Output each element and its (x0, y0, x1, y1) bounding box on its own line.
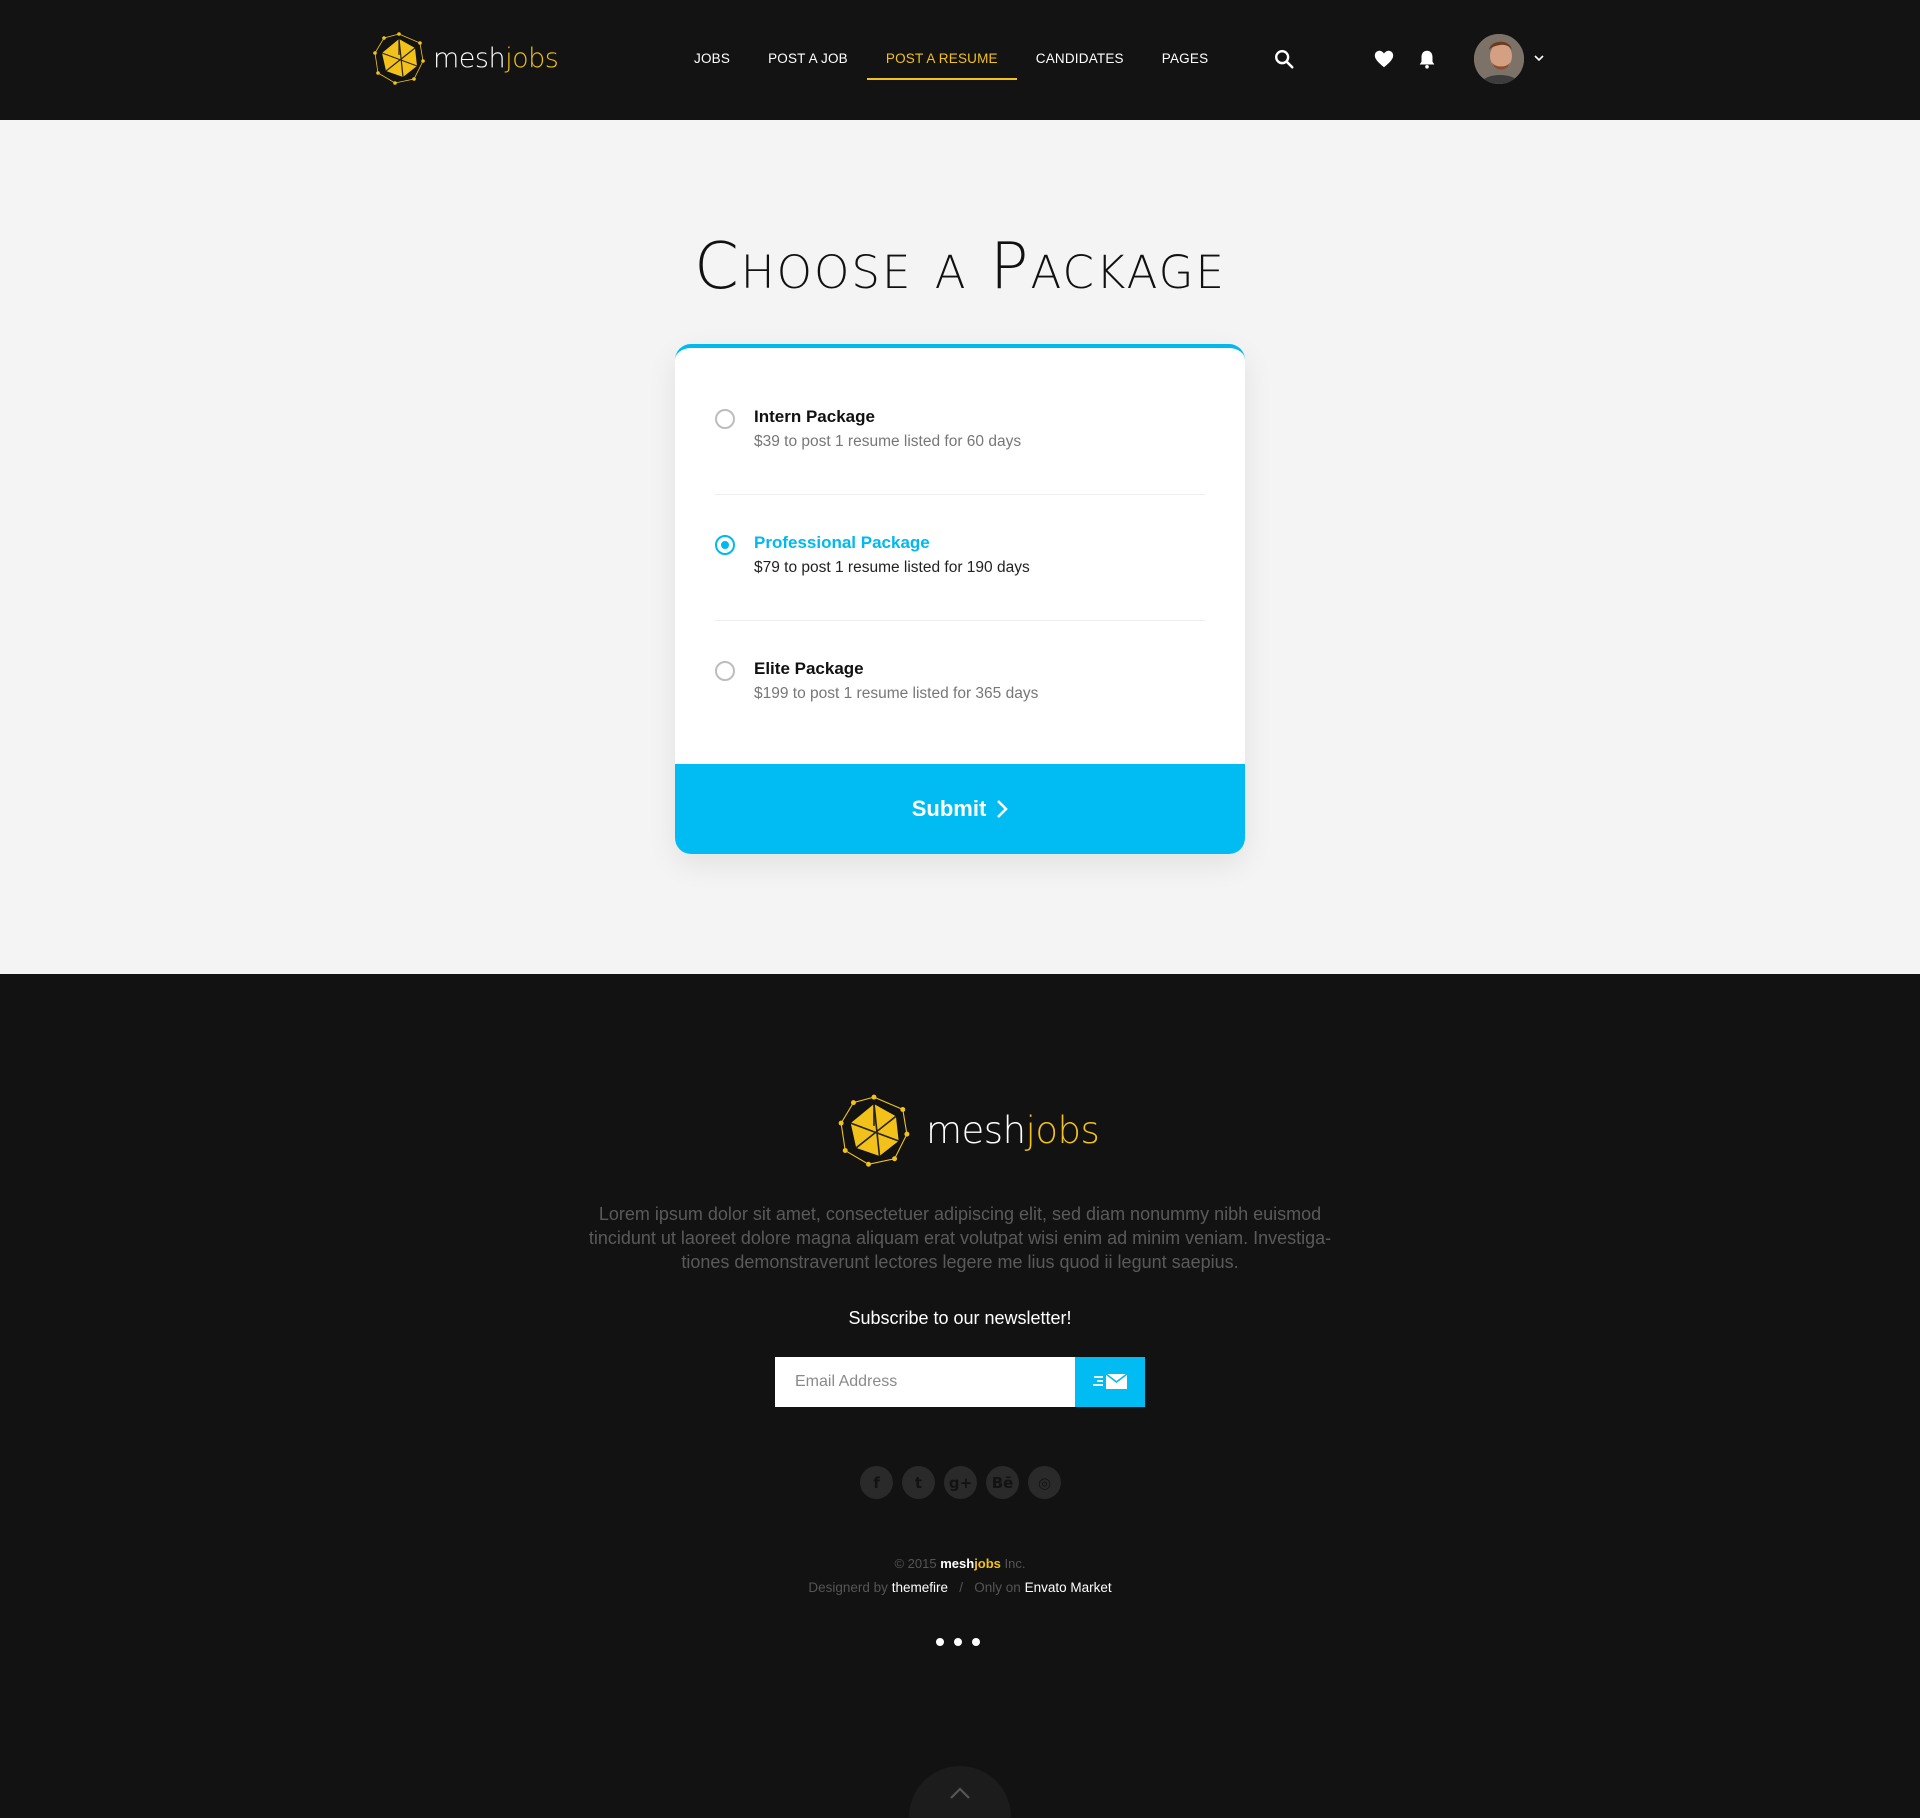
footer-brand-logo[interactable]: meshjobs (837, 1093, 1100, 1167)
page-title: Choose a Package (694, 230, 1226, 304)
footer-about-text: Lorem ipsum dolor sit amet, consectetuer… (588, 1204, 1332, 1272)
credits-separator: / (959, 1580, 963, 1595)
copyright-brand-mesh: mesh (940, 1556, 975, 1571)
site-header: meshjobs JOBS POST A JOB POST A RESUME C… (0, 0, 1920, 120)
chevron-right-icon (997, 800, 1009, 818)
main-content: Choose a Package Intern Package $39 to p… (0, 120, 1920, 974)
submit-button[interactable]: Submit (675, 764, 1245, 854)
package-name: Intern Package (754, 407, 875, 426)
newsletter-title: Subscribe to our newsletter! (848, 1308, 1072, 1328)
radio-professional[interactable] (715, 535, 735, 555)
dribbble-icon[interactable]: ◎ (1028, 1466, 1061, 1499)
only-on-label: Only on (974, 1580, 1021, 1595)
social-links: f t g+ Bē ◎ (860, 1466, 1061, 1499)
more-dots-icon (936, 1638, 980, 1646)
heart-icon[interactable] (1373, 48, 1395, 70)
divider (715, 494, 1205, 495)
marketplace-link[interactable]: Envato Market (1025, 1580, 1112, 1595)
nav-item-post-a-job[interactable]: POST A JOB (749, 0, 867, 120)
copyright-brand-jobs: jobs (974, 1556, 1001, 1571)
nav-item-post-a-resume[interactable]: POST A RESUME (866, 0, 1017, 120)
search-icon[interactable] (1273, 48, 1295, 70)
package-name: Elite Package (754, 659, 864, 678)
avatar-image (1474, 34, 1524, 84)
brand-name-mesh: mesh (433, 42, 506, 74)
bell-icon[interactable] (1416, 48, 1438, 70)
copyright-suffix: Inc. (1004, 1556, 1026, 1571)
package-description: $79 to post 1 resume listed for 190 days (754, 559, 1030, 576)
credits: Designerd by themefire / Only on Envato … (0, 1580, 1920, 1595)
brand-logo[interactable]: meshjobs (373, 31, 559, 85)
twitter-icon[interactable]: t (902, 1466, 935, 1499)
brand-name-jobs: jobs (505, 42, 559, 74)
brand-name-mesh: mesh (926, 1108, 1026, 1152)
email-input[interactable] (775, 1357, 1075, 1407)
radio-intern[interactable] (715, 409, 735, 429)
chevron-down-icon[interactable] (1533, 52, 1545, 64)
brand-name-jobs: jobs (1025, 1108, 1100, 1152)
package-name: Professional Package (754, 533, 930, 552)
facebook-icon[interactable]: f (860, 1466, 893, 1499)
designed-by-label: Designerd by (808, 1580, 888, 1595)
nav-item-candidates[interactable]: CANDIDATES (1017, 0, 1143, 120)
nav-item-pages[interactable]: PAGES (1143, 0, 1228, 120)
google-plus-icon[interactable]: g+ (944, 1466, 977, 1499)
main-nav: JOBS POST A JOB POST A RESUME CANDIDATES… (675, 0, 1227, 120)
behance-icon[interactable]: Bē (986, 1466, 1019, 1499)
newsletter-form (775, 1357, 1145, 1407)
copyright-prefix: © 2015 (894, 1556, 937, 1571)
newsletter-submit-button[interactable] (1075, 1357, 1145, 1407)
avatar[interactable] (1474, 34, 1524, 84)
nav-item-jobs[interactable]: JOBS (675, 0, 749, 120)
send-mail-icon (1093, 1373, 1128, 1389)
divider (715, 620, 1205, 621)
copyright: © 2015 meshjobs Inc. (0, 1556, 1920, 1571)
package-card: Intern Package $39 to post 1 resume list… (675, 344, 1245, 854)
back-to-top-button[interactable] (909, 1766, 1011, 1818)
globe-logo-icon (373, 32, 425, 85)
radio-elite[interactable] (715, 661, 735, 681)
chevron-up-icon (950, 1787, 970, 1799)
package-option-intern[interactable]: Intern Package $39 to post 1 resume list… (715, 407, 1205, 535)
package-description: $39 to post 1 resume listed for 60 days (754, 433, 1022, 450)
globe-logo-icon (838, 1094, 910, 1167)
designer-link[interactable]: themefire (892, 1580, 948, 1595)
package-description: $199 to post 1 resume listed for 365 day… (754, 685, 1039, 702)
package-option-professional[interactable]: Professional Package $79 to post 1 resum… (715, 533, 1205, 661)
site-footer: meshjobs Lorem ipsum dolor sit amet, con… (0, 974, 1920, 1818)
submit-label: Submit (911, 796, 987, 821)
